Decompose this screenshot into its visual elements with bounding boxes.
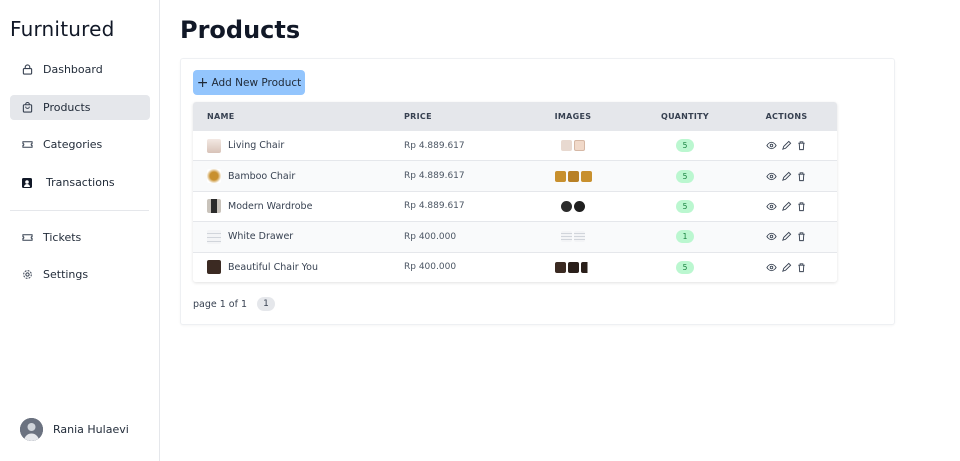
column-header-quantity: QUANTITY	[660, 111, 710, 121]
pagination-text: page 1 of 1	[193, 298, 248, 310]
product-price: Rp 4.889.617	[404, 201, 465, 212]
user-profile[interactable]: Rania Hulaevi	[20, 418, 129, 441]
sidebar-item-products[interactable]: Products	[10, 95, 150, 120]
quantity-badge: 5	[676, 260, 694, 274]
product-images	[512, 140, 634, 152]
delete-icon[interactable]	[796, 171, 807, 182]
user-name: Rania Hulaevi	[53, 423, 129, 436]
sidebar-item-label: Categories	[43, 138, 103, 151]
product-price: Rp 400.000	[404, 262, 457, 273]
table-row: White Drawer Rp 400.000 1	[193, 221, 837, 252]
ticket-icon	[21, 232, 33, 244]
view-icon[interactable]	[766, 140, 777, 151]
lock-icon	[21, 64, 33, 76]
page-button[interactable]: 1	[257, 297, 276, 311]
sidebar-item-label: Transactions	[46, 176, 115, 189]
avatar	[20, 418, 43, 441]
edit-icon[interactable]	[781, 171, 792, 182]
edit-icon[interactable]	[781, 262, 792, 273]
product-thumbnail	[207, 169, 221, 184]
product-image[interactable]	[580, 261, 592, 273]
ticket-icon	[21, 139, 33, 151]
contact-icon	[21, 177, 33, 189]
product-image[interactable]	[574, 231, 585, 243]
table-row: Modern Wardrobe Rp 4.889.617 5	[193, 190, 837, 222]
bag-icon	[21, 102, 33, 114]
product-image[interactable]	[561, 200, 572, 212]
column-header-images: IMAGES	[554, 111, 592, 121]
delete-icon[interactable]	[796, 201, 807, 212]
product-price: Rp 4.889.617	[404, 140, 465, 151]
sidebar-item-tickets[interactable]: Tickets	[10, 225, 150, 250]
product-thumbnail	[207, 138, 221, 153]
column-header-name: NAME	[207, 111, 235, 121]
column-header-actions: ACTIONS	[765, 111, 808, 121]
add-product-button[interactable]: + Add New Product	[193, 70, 305, 95]
view-icon[interactable]	[766, 171, 777, 182]
delete-icon[interactable]	[796, 262, 807, 273]
add-product-label: Add New Product	[211, 76, 302, 89]
product-image[interactable]	[561, 140, 572, 152]
product-image[interactable]	[574, 140, 585, 152]
table-row: Beautiful Chair You Rp 400.000 5	[193, 251, 837, 282]
quantity-badge: 5	[676, 199, 694, 213]
product-thumbnail	[207, 229, 221, 244]
product-image[interactable]	[567, 261, 579, 273]
page-title: Products	[180, 16, 301, 44]
product-images	[512, 261, 634, 273]
product-price: Rp 4.889.617	[404, 171, 465, 182]
sidebar-item-label: Products	[43, 101, 91, 114]
quantity-badge: 5	[676, 139, 694, 153]
product-thumbnail	[207, 199, 221, 214]
view-icon[interactable]	[766, 262, 777, 273]
product-image[interactable]	[580, 170, 592, 182]
product-images	[512, 170, 634, 182]
column-header-price: PRICE	[404, 111, 432, 121]
sidebar-item-dashboard[interactable]: Dashboard	[10, 57, 150, 82]
sidebar: Furnitured Dashboard Products Categories…	[0, 0, 160, 461]
delete-icon[interactable]	[796, 140, 807, 151]
table-header: NAME PRICE IMAGES QUANTITY ACTIONS	[193, 102, 837, 130]
sidebar-item-transactions[interactable]: Transactions	[10, 170, 150, 195]
sidebar-item-label: Tickets	[43, 231, 82, 244]
product-image[interactable]	[561, 231, 572, 243]
product-thumbnail	[207, 260, 221, 275]
edit-icon[interactable]	[781, 140, 792, 151]
sidebar-item-label: Dashboard	[43, 63, 103, 76]
product-image[interactable]	[567, 170, 579, 182]
product-images	[512, 231, 634, 243]
product-name: Bamboo Chair	[228, 170, 296, 182]
sidebar-item-label: Settings	[43, 268, 89, 281]
product-image[interactable]	[554, 170, 566, 182]
view-icon[interactable]	[766, 201, 777, 212]
plus-icon: +	[196, 74, 209, 91]
product-name: White Drawer	[228, 231, 294, 243]
product-images	[512, 200, 634, 212]
sidebar-divider	[10, 210, 149, 211]
gear-icon	[21, 269, 33, 281]
table-row: Bamboo Chair Rp 4.889.617 5	[193, 160, 837, 191]
product-image[interactable]	[554, 261, 566, 273]
pagination: page 1 of 1 1	[193, 297, 276, 311]
products-table: NAME PRICE IMAGES QUANTITY ACTIONS Livin…	[193, 102, 837, 282]
delete-icon[interactable]	[796, 231, 807, 242]
table-row: Living Chair Rp 4.889.617 5	[193, 130, 837, 161]
edit-icon[interactable]	[781, 201, 792, 212]
edit-icon[interactable]	[781, 231, 792, 242]
brand-logo: Furnitured	[10, 17, 115, 41]
quantity-badge: 5	[676, 169, 694, 183]
product-name: Modern Wardrobe	[228, 200, 313, 212]
product-name: Living Chair	[228, 140, 285, 152]
view-icon[interactable]	[766, 231, 777, 242]
sidebar-item-settings[interactable]: Settings	[10, 262, 150, 287]
product-price: Rp 400.000	[404, 231, 457, 242]
product-image[interactable]	[574, 200, 585, 212]
quantity-badge: 1	[676, 230, 694, 244]
product-name: Beautiful Chair You	[228, 261, 319, 273]
sidebar-item-categories[interactable]: Categories	[10, 132, 150, 157]
